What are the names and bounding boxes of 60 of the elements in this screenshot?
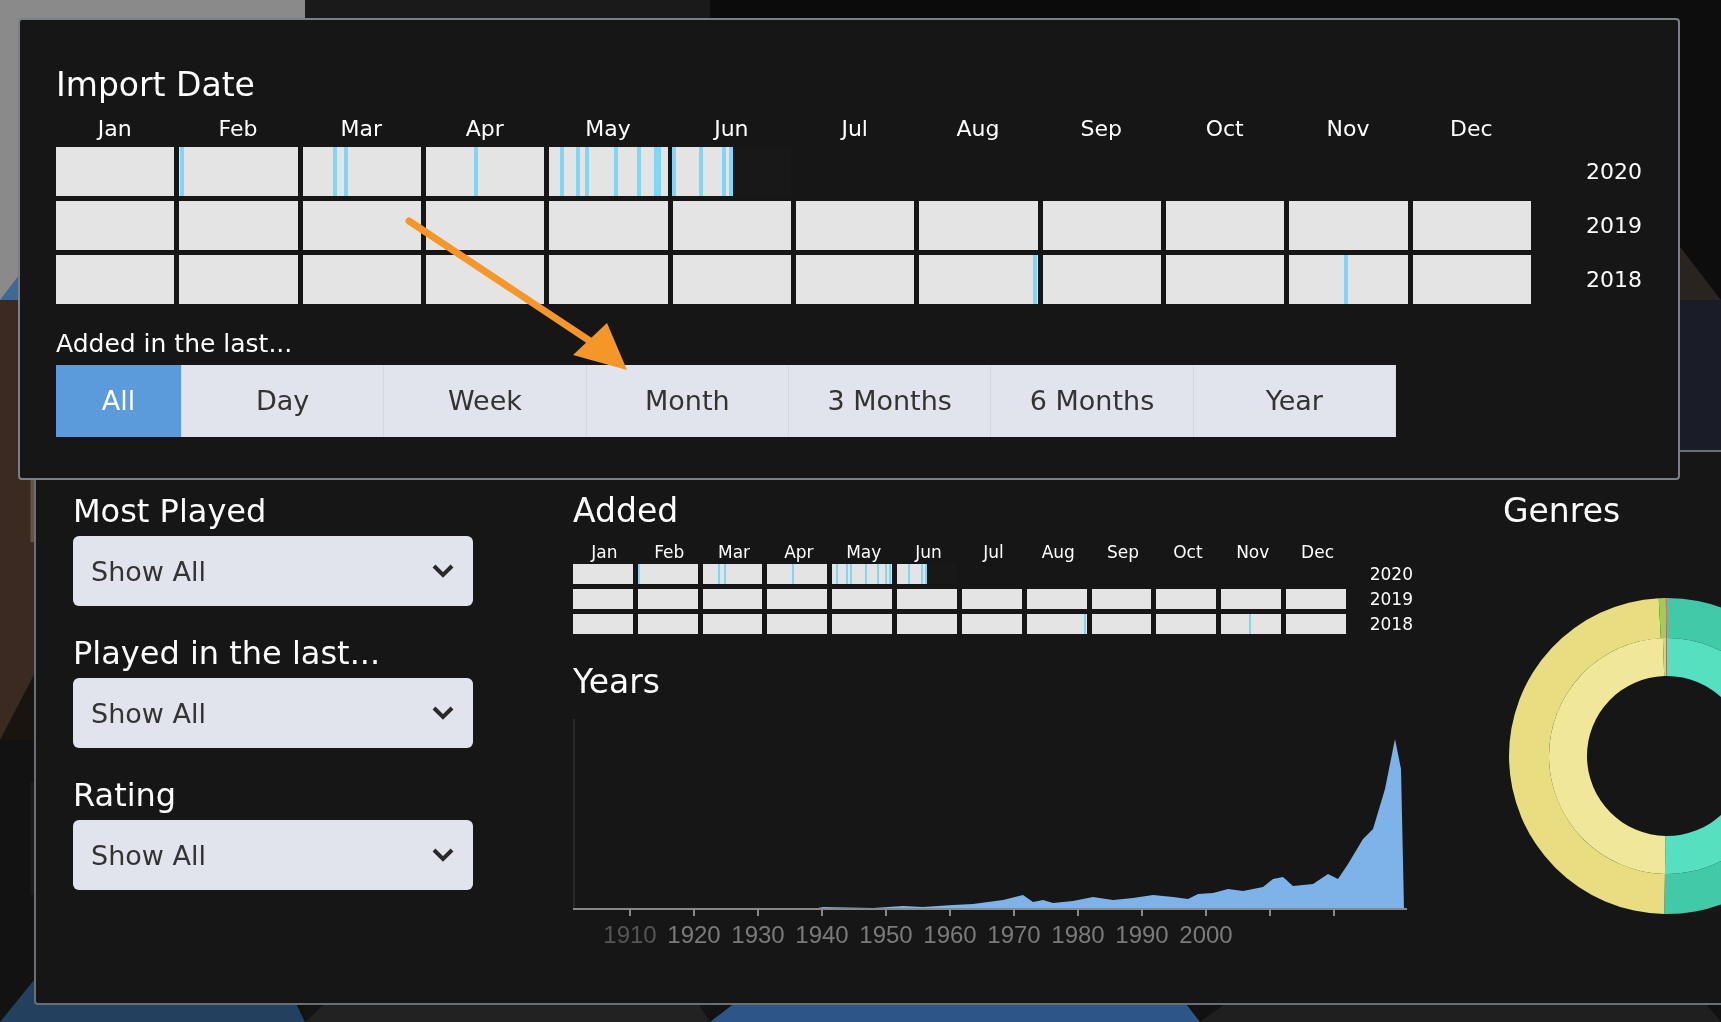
year-label: 2020 <box>1585 157 1642 186</box>
month-label: Apr <box>783 541 815 562</box>
month-label: Aug <box>1040 541 1076 562</box>
range-button[interactable]: Year <box>1193 364 1396 437</box>
year-label: 2018 <box>1368 613 1413 634</box>
axis-label: 1970 <box>987 920 1041 948</box>
month-label: Feb <box>217 115 259 141</box>
filter-label: Played in the last... <box>73 634 382 672</box>
axis-label: 1990 <box>1115 920 1169 948</box>
month-label: Mar <box>717 541 752 562</box>
month-label: Feb <box>653 541 686 562</box>
month-label: Mar <box>339 115 384 141</box>
month-label: Sep <box>1079 115 1124 141</box>
month-label: Jun <box>913 541 943 562</box>
month-label: Jan <box>589 541 619 562</box>
select-dropdown[interactable]: Show All <box>73 678 473 748</box>
axis-label: 1950 <box>859 920 913 948</box>
axis-label: 1920 <box>667 920 721 948</box>
year-label: 2018 <box>1585 265 1642 294</box>
chevron-down-icon <box>431 705 455 721</box>
month-label: Apr <box>464 115 505 141</box>
month-label: Jul <box>981 541 1005 562</box>
filter-label: Added in the last... <box>56 329 294 359</box>
range-button[interactable]: Month <box>586 364 789 437</box>
section-heading: Genres <box>1503 492 1622 530</box>
filter-label: Rating <box>73 776 178 814</box>
range-button[interactable]: 6 Months <box>991 364 1194 437</box>
chevron-down-icon <box>431 563 455 579</box>
select-dropdown[interactable]: Show All <box>73 820 473 890</box>
month-label: Jan <box>95 115 133 141</box>
year-label: 2019 <box>1585 211 1642 240</box>
month-label: Dec <box>1449 115 1494 141</box>
range-button[interactable]: Day <box>182 364 385 437</box>
range-button[interactable]: 3 Months <box>789 364 992 437</box>
month-label: Oct <box>1172 541 1204 562</box>
month-label: May <box>845 541 883 562</box>
section-heading: Added <box>573 492 680 530</box>
month-label: Nov <box>1235 541 1271 562</box>
month-label: Aug <box>955 115 1001 141</box>
axis-label: 1940 <box>795 920 849 948</box>
month-label: Jul <box>839 115 869 141</box>
section-heading: Years <box>573 662 662 701</box>
panel-title: Import Date <box>56 66 256 104</box>
month-label: Dec <box>1300 541 1335 562</box>
axis-label: 1910 <box>603 920 657 948</box>
range-button[interactable]: Week <box>384 364 587 437</box>
month-label: Sep <box>1106 541 1141 562</box>
axis-label: 2000 <box>1179 920 1233 948</box>
month-label: May <box>584 115 632 141</box>
year-label: 2020 <box>1368 563 1413 584</box>
select-dropdown[interactable]: Show All <box>73 536 473 606</box>
filter-label: Most Played <box>73 492 268 530</box>
year-label: 2019 <box>1368 588 1413 609</box>
axis-label: 1980 <box>1051 920 1105 948</box>
chevron-down-icon <box>431 847 455 863</box>
axis-label: 1930 <box>731 920 785 948</box>
month-label: Oct <box>1204 115 1245 141</box>
month-label: Nov <box>1325 115 1371 141</box>
axis-label: 1960 <box>923 920 977 948</box>
month-label: Jun <box>712 115 750 141</box>
